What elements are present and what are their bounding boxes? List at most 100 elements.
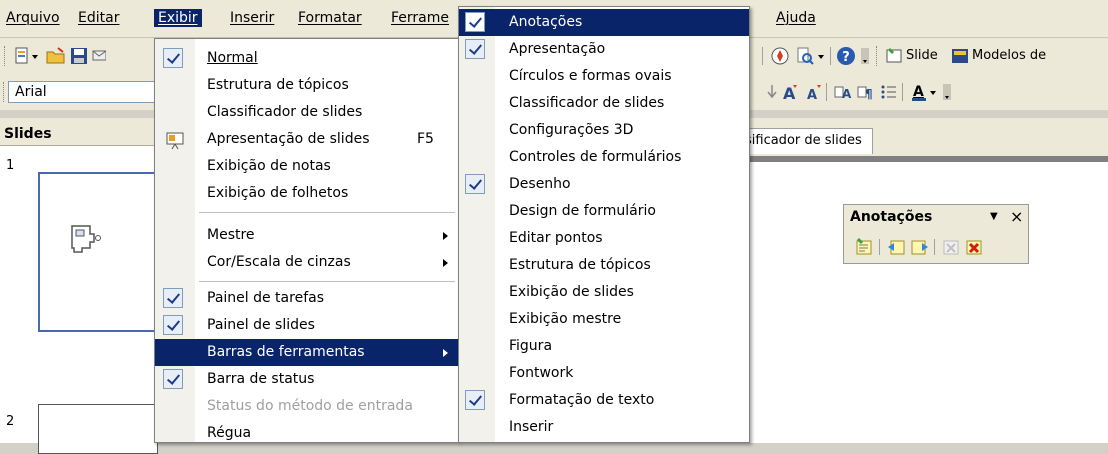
menu-item-label: Desenho bbox=[509, 176, 571, 192]
character-icon[interactable]: A bbox=[833, 82, 853, 102]
toolbar-overflow-icon[interactable] bbox=[860, 46, 870, 66]
submenu-arrow-icon bbox=[443, 259, 448, 267]
zoom-icon[interactable] bbox=[795, 46, 815, 66]
next-comment-icon[interactable] bbox=[910, 237, 930, 257]
new-document-icon[interactable] bbox=[12, 46, 32, 66]
menu-item-apresentacao[interactable]: Apresentação de slides F5 bbox=[155, 126, 458, 153]
submenu-item-figura[interactable]: Figura bbox=[459, 333, 749, 360]
menu-item-painel-tarefas[interactable]: Painel de tarefas bbox=[155, 285, 458, 312]
menu-item-label: Fontwork bbox=[509, 365, 574, 381]
document-area[interactable] bbox=[740, 156, 1108, 443]
slide-button-label[interactable]: Slide bbox=[906, 48, 938, 63]
submenu-item-inserir[interactable]: Inserir bbox=[459, 414, 749, 441]
submenu-item-design-formulario[interactable]: Design de formulário bbox=[459, 198, 749, 225]
menu-item-notas[interactable]: Exibição de notas bbox=[155, 153, 458, 180]
svg-text:A: A bbox=[807, 88, 817, 102]
toolbars-submenu: Anotações Apresentação Círculos e formas… bbox=[458, 6, 750, 443]
menu-arquivo[interactable]: Arquivo bbox=[6, 10, 60, 26]
menu-item-label: Apresentação bbox=[509, 41, 606, 57]
submenu-item-fontwork[interactable]: Fontwork bbox=[459, 360, 749, 387]
menu-item-label: Exibição de notas bbox=[207, 158, 331, 174]
save-icon[interactable] bbox=[69, 46, 89, 66]
menu-item-label: Estrutura de tópicos bbox=[509, 257, 651, 273]
submenu-item-config-3d[interactable]: Configurações 3D bbox=[459, 117, 749, 144]
svg-text:?: ? bbox=[842, 50, 850, 65]
help-icon[interactable]: ? bbox=[836, 46, 856, 66]
checkmark-icon bbox=[465, 174, 485, 194]
menu-item-painel-slides[interactable]: Painel de slides bbox=[155, 312, 458, 339]
presentation-icon bbox=[166, 132, 184, 150]
menu-ferramentas[interactable]: Ferrame bbox=[391, 10, 449, 26]
slide-thumbnail[interactable] bbox=[38, 172, 158, 332]
menu-item-label: Status do método de entrada bbox=[207, 398, 413, 414]
menu-exibir[interactable]: Exibir bbox=[154, 9, 202, 27]
paragraph-icon[interactable]: ¶ bbox=[856, 82, 876, 102]
font-name-input[interactable]: Arial bbox=[8, 81, 156, 103]
new-slide-icon[interactable] bbox=[884, 46, 904, 66]
submenu-item-exibicao-slides[interactable]: Exibição de slides bbox=[459, 279, 749, 306]
submenu-item-controles[interactable]: Controles de formulários bbox=[459, 144, 749, 171]
email-icon[interactable] bbox=[92, 46, 106, 66]
zoom-dropdown-icon[interactable] bbox=[816, 46, 826, 66]
menu-inserir[interactable]: Inserir bbox=[230, 10, 274, 26]
insert-comment-icon[interactable] bbox=[854, 237, 874, 257]
slide-number: 1 bbox=[6, 158, 15, 173]
slide-design-label[interactable]: Modelos de bbox=[972, 48, 1046, 63]
previous-comment-icon[interactable] bbox=[886, 237, 906, 257]
arrow-down-icon[interactable] bbox=[766, 82, 778, 102]
open-folder-icon[interactable] bbox=[46, 46, 66, 66]
decrease-font-icon[interactable]: A bbox=[804, 82, 824, 102]
menu-editar[interactable]: Editar bbox=[78, 10, 119, 26]
placeholder-graphic-icon bbox=[71, 225, 101, 253]
menu-formatar[interactable]: Formatar bbox=[298, 10, 362, 26]
increase-font-icon[interactable]: A bbox=[780, 82, 800, 102]
font-color-dropdown-icon[interactable] bbox=[928, 82, 938, 102]
toolbar-menu-icon[interactable]: ▼ bbox=[990, 211, 998, 222]
toolbar-grip[interactable] bbox=[876, 46, 879, 66]
menu-item-barra-status[interactable]: Barra de status bbox=[155, 366, 458, 393]
slide-design-icon[interactable] bbox=[950, 46, 970, 66]
menu-item-barras-ferramentas[interactable]: Barras de ferramentas bbox=[155, 339, 458, 366]
checkmark-icon bbox=[163, 288, 183, 308]
toolbar-grip[interactable] bbox=[4, 46, 7, 66]
menu-item-estrutura[interactable]: Estrutura de tópicos bbox=[155, 72, 458, 99]
menu-item-label: Normal bbox=[207, 50, 258, 66]
close-icon[interactable]: × bbox=[1010, 207, 1023, 226]
submenu-item-desenho[interactable]: Desenho bbox=[459, 171, 749, 198]
annotations-toolbar-title[interactable]: Anotações bbox=[850, 209, 932, 225]
menu-item-label: Painel de tarefas bbox=[207, 290, 324, 306]
submenu-arrow-icon bbox=[443, 349, 448, 357]
checkmark-icon bbox=[163, 48, 183, 68]
menu-item-label: Exibição de slides bbox=[509, 284, 634, 300]
navigator-icon[interactable] bbox=[770, 46, 790, 66]
menu-item-cor-escala[interactable]: Cor/Escala de cinzas bbox=[155, 249, 458, 276]
menu-ajuda[interactable]: Ajuda bbox=[776, 10, 816, 26]
submenu-item-editar-pontos[interactable]: Editar pontos bbox=[459, 225, 749, 252]
submenu-item-circulos[interactable]: Círculos e formas ovais bbox=[459, 63, 749, 90]
menu-item-label: Anotações bbox=[509, 14, 583, 30]
menu-item-label: Cor/Escala de cinzas bbox=[207, 254, 351, 270]
submenu-item-formatacao-texto[interactable]: Formatação de texto bbox=[459, 387, 749, 414]
delete-all-comments-icon[interactable] bbox=[964, 237, 984, 257]
submenu-item-anotacoes[interactable]: Anotações bbox=[459, 9, 749, 36]
submenu-item-classificador[interactable]: Classificador de slides bbox=[459, 90, 749, 117]
tab-slide-sorter[interactable]: sificador de slides bbox=[740, 128, 873, 154]
submenu-item-apresentacao[interactable]: Apresentação bbox=[459, 36, 749, 63]
menu-item-classificador[interactable]: Classificador de slides bbox=[155, 99, 458, 126]
menu-item-mestre[interactable]: Mestre bbox=[155, 222, 458, 249]
toolbar-grip[interactable] bbox=[3, 82, 6, 102]
bullets-icon[interactable] bbox=[879, 82, 899, 102]
submenu-item-exibicao-mestre[interactable]: Exibição mestre bbox=[459, 306, 749, 333]
submenu-item-estrutura[interactable]: Estrutura de tópicos bbox=[459, 252, 749, 279]
dropdown-arrow-icon[interactable] bbox=[30, 46, 40, 66]
svg-text:A: A bbox=[913, 84, 924, 100]
menu-item-label: Design de formulário bbox=[509, 203, 656, 219]
checkmark-icon bbox=[465, 390, 485, 410]
toolbar-overflow-icon[interactable] bbox=[942, 82, 952, 102]
menu-item-normal[interactable]: Normal bbox=[155, 45, 458, 72]
menu-item-folhetos[interactable]: Exibição de folhetos bbox=[155, 180, 458, 207]
slide-thumbnail[interactable] bbox=[38, 404, 158, 454]
font-color-icon[interactable]: A bbox=[909, 82, 929, 102]
svg-text:¶: ¶ bbox=[865, 87, 873, 101]
slide-number: 2 bbox=[6, 414, 15, 429]
